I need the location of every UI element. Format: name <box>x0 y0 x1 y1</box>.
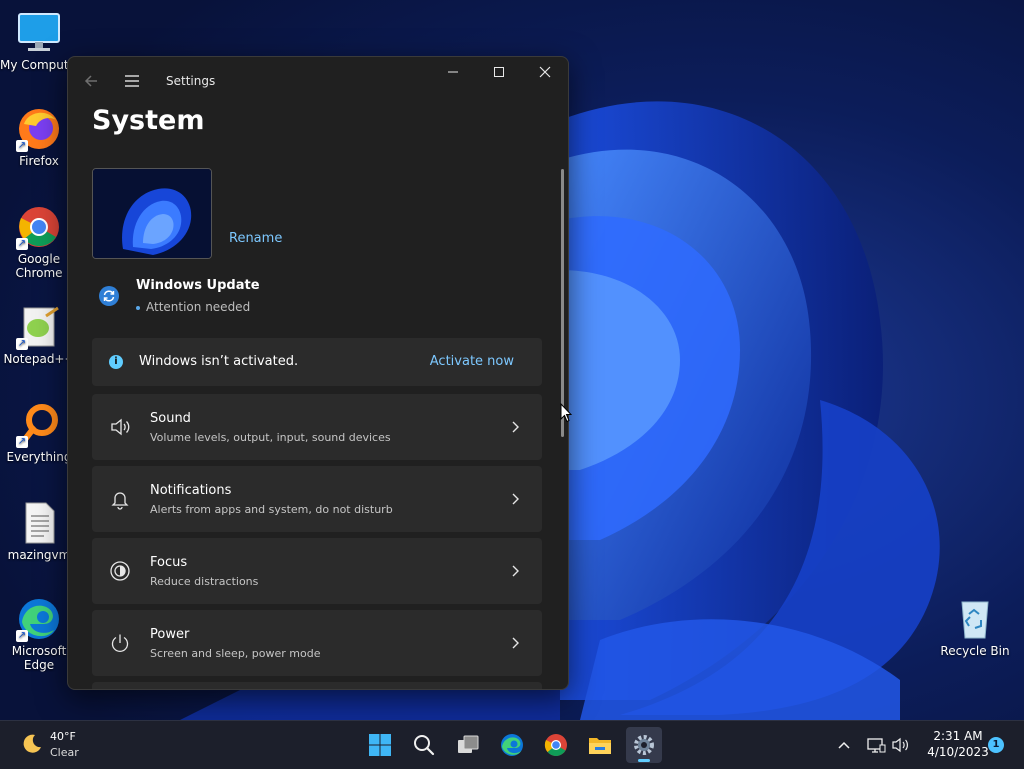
task-view-icon <box>458 735 479 753</box>
activation-message: Windows isn’t activated. <box>139 354 299 369</box>
chevron-right-icon <box>510 562 522 580</box>
shortcut-arrow-icon: ↗ <box>16 630 28 642</box>
edge-icon: ↗ <box>16 596 62 642</box>
bell-icon <box>109 488 131 510</box>
shortcut-arrow-icon: ↗ <box>16 436 28 448</box>
taskbar-chrome[interactable] <box>538 727 574 763</box>
windows-logo-icon <box>369 734 391 756</box>
power-icon <box>109 632 131 654</box>
notification-count-badge[interactable]: 1 <box>988 737 1004 753</box>
mouse-cursor-icon <box>560 403 572 423</box>
shortcut-arrow-icon: ↗ <box>16 140 28 152</box>
taskbar-file-explorer[interactable] <box>582 727 618 763</box>
chrome-icon <box>544 734 567 756</box>
firefox-icon: ↗ <box>16 106 62 152</box>
hamburger-menu-icon[interactable] <box>116 65 148 97</box>
rename-link[interactable]: Rename <box>229 231 282 246</box>
sync-icon <box>99 286 119 306</box>
speaker-icon <box>109 416 131 438</box>
settings-item-focus[interactable]: Focus Reduce distractions <box>92 538 542 604</box>
focus-icon <box>109 560 131 582</box>
text-file-icon <box>16 500 62 546</box>
windows-update-status-text: Attention needed <box>146 300 251 314</box>
settings-item-description: Alerts from apps and system, do not dist… <box>150 503 393 516</box>
close-icon[interactable] <box>522 57 568 89</box>
volume-icon[interactable] <box>891 735 911 755</box>
chevron-right-icon <box>510 490 522 508</box>
weather-temperature: 40°F <box>50 730 76 743</box>
settings-item-title: Power <box>150 627 190 642</box>
taskbar-edge[interactable] <box>494 727 530 763</box>
taskbar-settings[interactable] <box>626 727 662 763</box>
windows-update-status: Attention needed <box>136 300 250 314</box>
start-button[interactable] <box>362 727 398 763</box>
shortcut-arrow-icon: ↗ <box>16 338 28 350</box>
title-bar[interactable]: Settings <box>68 57 568 105</box>
monitor-icon <box>16 10 62 56</box>
settings-item-title: Notifications <box>150 483 232 498</box>
activate-now-link[interactable]: Activate now <box>430 354 514 369</box>
chevron-right-icon <box>510 418 522 436</box>
settings-item-title: Focus <box>150 555 188 570</box>
settings-item-description: Screen and sleep, power mode <box>150 647 321 660</box>
recycle-bin-icon <box>952 596 998 642</box>
chevron-up-icon[interactable] <box>834 735 854 755</box>
activation-banner: i Windows isn’t activated. Activate now <box>92 338 542 386</box>
status-dot-icon <box>136 305 140 310</box>
chevron-right-icon <box>510 634 522 652</box>
settings-item-title: Sound <box>150 411 191 426</box>
magnifier-orange-icon: ↗ <box>16 402 62 448</box>
settings-item-partial[interactable] <box>92 682 542 689</box>
folder-icon <box>589 738 611 754</box>
maximize-icon[interactable] <box>476 57 522 89</box>
gear-icon <box>634 735 654 755</box>
desktop-icon-label: Google Chrome <box>15 252 63 280</box>
settings-item-power[interactable]: Power Screen and sleep, power mode <box>92 610 542 676</box>
search-button[interactable] <box>406 727 442 763</box>
active-app-indicator <box>638 759 650 762</box>
notepad-plus-plus-icon: ↗ <box>16 304 62 350</box>
taskbar: 40°F Clear 2:31 AM 4/10/2023 1 <box>0 720 1024 769</box>
search-icon <box>414 735 435 756</box>
minimize-icon[interactable] <box>430 57 476 89</box>
windows-update-title[interactable]: Windows Update <box>136 278 260 293</box>
settings-item-sound[interactable]: Sound Volume levels, output, input, soun… <box>92 394 542 460</box>
chrome-icon: ↗ <box>16 204 62 250</box>
weather-condition: Clear <box>50 746 79 759</box>
clock-date[interactable]: 4/10/2023 <box>920 745 996 759</box>
desktop-icon-label: Microsoft Edge <box>11 644 67 672</box>
device-wallpaper-thumbnail <box>92 168 212 259</box>
task-view-button[interactable] <box>450 727 486 763</box>
scrollbar-thumb[interactable] <box>561 169 564 437</box>
desktop-icon-recycle-bin[interactable]: Recycle Bin <box>936 596 1014 658</box>
settings-item-description: Volume levels, output, input, sound devi… <box>150 431 391 444</box>
settings-item-notifications[interactable]: Notifications Alerts from apps and syste… <box>92 466 542 532</box>
moon-icon <box>20 732 44 756</box>
info-icon: i <box>109 355 123 369</box>
clock-time[interactable]: 2:31 AM <box>920 729 996 743</box>
settings-window: Settings System Rename Windows Update At… <box>67 56 569 690</box>
shortcut-arrow-icon: ↗ <box>16 238 28 250</box>
page-title: System <box>92 105 205 136</box>
back-arrow-icon[interactable] <box>76 65 108 97</box>
settings-item-description: Reduce distractions <box>150 575 259 588</box>
edge-icon <box>501 734 523 756</box>
network-icon[interactable] <box>866 735 886 755</box>
window-title: Settings <box>166 74 216 88</box>
desktop-icon-label: Recycle Bin <box>940 644 1010 658</box>
